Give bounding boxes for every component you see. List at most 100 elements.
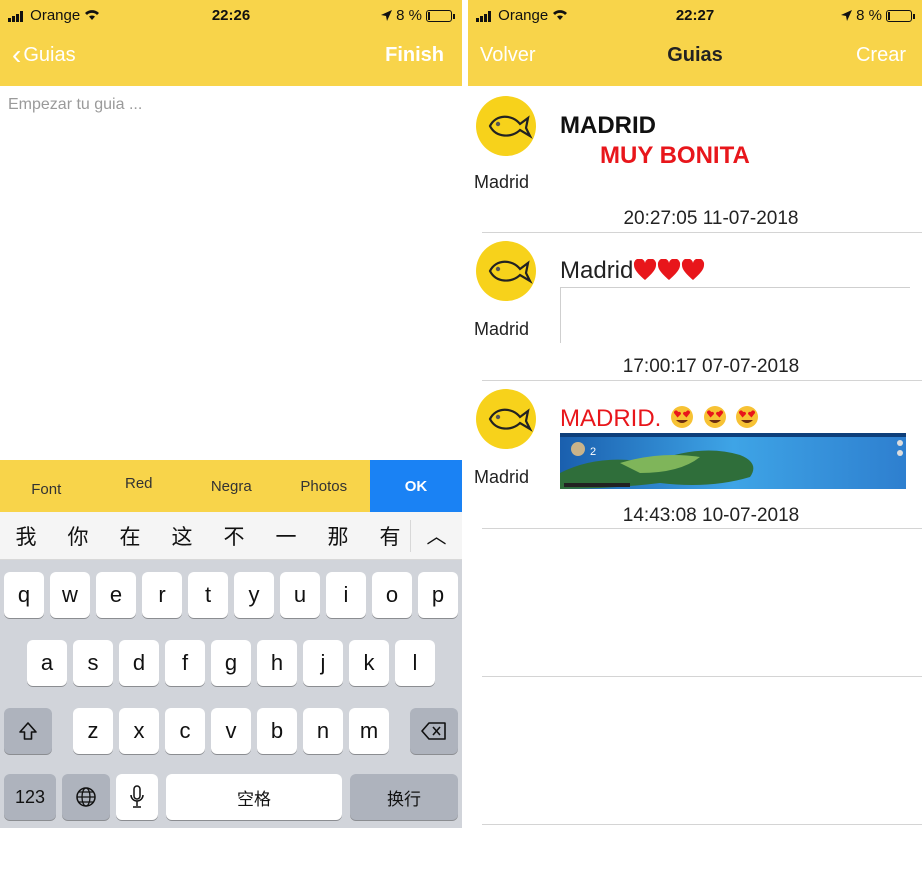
status-bar: Orange 22:26 8 %	[0, 0, 462, 32]
back-button[interactable]: ‹ Guias	[12, 41, 76, 69]
fish-avatar-icon	[476, 96, 536, 156]
font-button[interactable]: Font	[0, 460, 93, 512]
guide-editor-screen: Orange 22:26 8 % ‹ Guias Finish Empezar t…	[0, 0, 462, 828]
heart-eyes-emoji-icon	[736, 406, 759, 428]
key-x[interactable]: x	[119, 708, 159, 754]
key-k[interactable]: k	[349, 640, 389, 686]
heart-eyes-emoji-icon	[703, 406, 726, 428]
chevron-left-icon: ‹	[12, 39, 22, 70]
guide-city: Madrid	[474, 467, 530, 487]
space-key[interactable]: 空格	[166, 774, 342, 820]
key-f[interactable]: f	[165, 640, 205, 686]
guide-text-editor[interactable]: Empezar tu guia ...	[8, 96, 142, 114]
heart-icon	[634, 259, 657, 280]
heart-icon	[658, 259, 681, 280]
candidate[interactable]: 那	[312, 521, 364, 551]
key-o[interactable]: o	[372, 572, 412, 618]
numbers-key[interactable]: 123	[4, 774, 56, 820]
chevron-up-icon: ︿	[426, 526, 447, 548]
guide-city: Madrid	[474, 172, 530, 192]
key-h[interactable]: h	[257, 640, 297, 686]
candidate[interactable]: 在	[104, 521, 156, 551]
candidate-bar: 我 你 在 这 不 一 那 有 ︿	[0, 512, 462, 560]
candidate[interactable]: 有	[364, 521, 416, 551]
location-icon	[381, 10, 393, 21]
key-m[interactable]: m	[349, 708, 389, 754]
key-y[interactable]: y	[234, 572, 274, 618]
finish-button[interactable]: Finish	[385, 44, 444, 67]
negra-button[interactable]: Negra	[185, 460, 278, 512]
candidate[interactable]: 一	[260, 521, 312, 551]
guide-title: Madrid	[560, 257, 634, 284]
key-i[interactable]: i	[326, 572, 366, 618]
key-a[interactable]: a	[27, 640, 67, 686]
format-toolbar: Font Red Negra Photos OK	[0, 460, 462, 512]
status-bar: Orange 22:27 8 %	[468, 0, 922, 32]
ok-button[interactable]: OK	[370, 460, 462, 512]
divider	[482, 676, 922, 677]
key-t[interactable]: t	[188, 572, 228, 618]
key-z[interactable]: z	[73, 708, 113, 754]
battery-percent: 8 %	[396, 7, 422, 24]
key-d[interactable]: d	[119, 640, 159, 686]
shift-icon	[19, 722, 37, 740]
guides-list-screen: Orange 22:27 8 % Volver Guias Crear Madr…	[468, 0, 922, 828]
key-u[interactable]: u	[280, 572, 320, 618]
key-e[interactable]: e	[96, 572, 136, 618]
battery-icon	[886, 9, 915, 22]
page-title: Guias	[667, 44, 723, 66]
key-w[interactable]: w	[50, 572, 90, 618]
key-r[interactable]: r	[142, 572, 182, 618]
crear-button[interactable]: Crear	[856, 44, 906, 67]
candidate[interactable]: 我	[0, 521, 52, 551]
guide-list-item[interactable]: Madrid MADRID. 2 14:43:08 10-07-2018	[468, 381, 922, 528]
microphone-icon	[130, 785, 144, 808]
svg-text:2: 2	[590, 446, 596, 458]
guide-date: 17:00:17 07-07-2018	[622, 356, 800, 377]
location-icon	[841, 10, 853, 21]
back-label: Guias	[23, 44, 76, 66]
top-bar: Orange 22:26 8 % ‹ Guias Finish	[0, 0, 462, 86]
candidate[interactable]: 这	[156, 521, 208, 551]
expand-candidates-button[interactable]: ︿	[410, 520, 462, 552]
key-n[interactable]: n	[303, 708, 343, 754]
microphone-key[interactable]	[116, 774, 158, 820]
candidate[interactable]: 不	[208, 521, 260, 551]
key-l[interactable]: l	[395, 640, 435, 686]
guide-subtitle: MUY BONITA	[600, 142, 750, 169]
guide-content-box	[560, 287, 910, 343]
guide-title: MADRID	[560, 112, 656, 139]
delete-key[interactable]	[410, 708, 458, 754]
key-g[interactable]: g	[211, 640, 251, 686]
guide-list-item[interactable]: Madrid MADRID MUY BONITA 20:27:05 11-07-…	[468, 86, 922, 232]
key-c[interactable]: c	[165, 708, 205, 754]
key-q[interactable]: q	[4, 572, 44, 618]
guide-title-line: Madrid	[560, 257, 705, 285]
key-b[interactable]: b	[257, 708, 297, 754]
guide-list-item[interactable]: Madrid Madrid 17:00:17 07-07-2018	[468, 233, 922, 380]
battery-percent: 8 %	[856, 7, 882, 24]
divider	[482, 528, 922, 529]
guide-city: Madrid	[474, 319, 530, 339]
globe-key[interactable]	[62, 774, 110, 820]
return-key[interactable]: 换行	[350, 774, 458, 820]
globe-icon	[76, 787, 96, 807]
red-button[interactable]: Red	[93, 460, 186, 512]
key-v[interactable]: v	[211, 708, 251, 754]
key-j[interactable]: j	[303, 640, 343, 686]
key-p[interactable]: p	[418, 572, 458, 618]
candidate[interactable]: 你	[52, 521, 104, 551]
heart-icon	[682, 259, 705, 280]
fish-avatar-icon	[476, 389, 536, 449]
keyboard: q w e r t y u i o p a s d f g h j k l z …	[0, 560, 462, 828]
shift-key[interactable]	[4, 708, 52, 754]
guide-title-line: MADRID.	[560, 405, 759, 433]
battery-icon	[426, 9, 455, 22]
guide-date: 20:27:05 11-07-2018	[623, 208, 799, 229]
backspace-icon	[421, 722, 446, 740]
guide-title: MADRID.	[560, 405, 662, 432]
key-s[interactable]: s	[73, 640, 113, 686]
battery-status: 8 %	[841, 7, 915, 24]
photos-button[interactable]: Photos	[278, 460, 371, 512]
top-bar: Orange 22:27 8 % Volver Guias Crear	[468, 0, 922, 86]
